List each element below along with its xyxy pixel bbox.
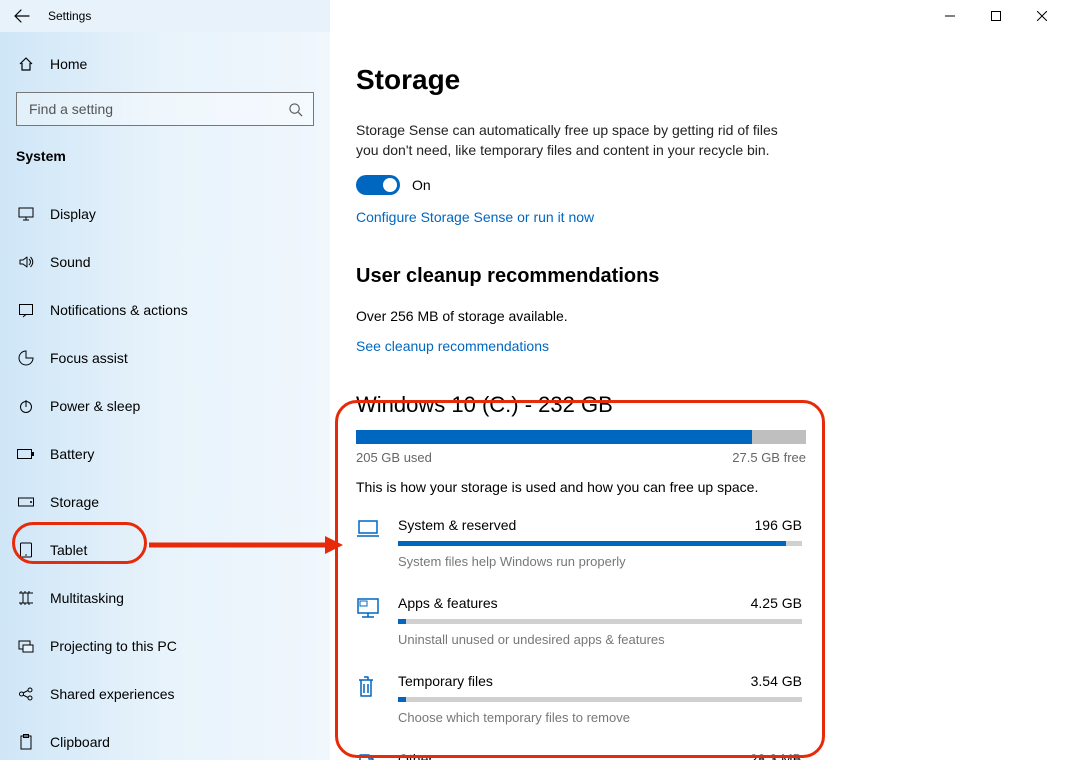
sidebar-item-sound[interactable]: Sound xyxy=(0,238,330,286)
category-name: Other xyxy=(398,751,433,760)
nav-list: Display Sound Notifications & actions Focus… xyxy=(0,190,330,760)
category-apps-features[interactable]: Apps & features 4.25 GB Uninstall unused o… xyxy=(356,595,1025,647)
sidebar-item-storage[interactable]: Storage xyxy=(0,478,330,526)
sidebar-item-display[interactable]: Display xyxy=(0,190,330,238)
sidebar-item-label: Multitasking xyxy=(50,590,124,606)
sidebar-item-label: Notifications & actions xyxy=(50,302,188,318)
category-size: 196 GB xyxy=(755,517,802,533)
category-size: 4.25 GB xyxy=(751,595,802,611)
sidebar-item-label: Tablet xyxy=(50,542,87,558)
page-title: Storage xyxy=(356,64,1025,96)
sound-icon xyxy=(16,254,36,270)
sidebar-item-label: Storage xyxy=(50,494,99,510)
configure-link[interactable]: Configure Storage Sense or run it now xyxy=(356,209,594,225)
laptop-icon xyxy=(356,517,398,569)
sidebar: Home System Display Sound Notifications & … xyxy=(0,32,330,760)
clipboard-icon xyxy=(16,734,36,750)
storage-sense-toggle[interactable] xyxy=(356,175,400,195)
minimize-icon xyxy=(945,11,955,21)
category-list: System & reserved 196 GB System files help… xyxy=(356,517,1025,760)
minimize-button[interactable] xyxy=(927,0,973,32)
shared-icon xyxy=(16,686,36,702)
back-button[interactable] xyxy=(0,0,44,32)
appfeat-icon xyxy=(356,595,398,647)
sidebar-item-label: Clipboard xyxy=(50,734,110,750)
available-text: Over 256 MB of storage available. xyxy=(356,308,1025,324)
storage-sense-desc: Storage Sense can automatically free up … xyxy=(356,120,786,161)
sidebar-item-power-sleep[interactable]: Power & sleep xyxy=(0,382,330,430)
sidebar-item-clipboard[interactable]: Clipboard xyxy=(0,718,330,760)
maximize-button[interactable] xyxy=(973,0,1019,32)
trash-icon xyxy=(356,673,398,725)
category-hint: Uninstall unused or undesired apps & fea… xyxy=(398,632,802,647)
drive-used: 205 GB used xyxy=(356,450,432,465)
tablet-icon xyxy=(16,542,36,558)
notify-icon xyxy=(16,302,36,318)
cleanup-heading: User cleanup recommendations xyxy=(356,265,1025,288)
drive-usage-bar xyxy=(356,430,806,444)
sidebar-item-multitasking[interactable]: Multitasking xyxy=(0,574,330,622)
home-label: Home xyxy=(50,56,87,72)
category-size: 3.54 GB xyxy=(751,673,802,689)
search-box[interactable] xyxy=(16,92,314,126)
sidebar-item-shared-experiences[interactable]: Shared experiences xyxy=(0,670,330,718)
sidebar-item-label: Battery xyxy=(50,446,94,462)
cleanup-link[interactable]: See cleanup recommendations xyxy=(356,338,549,354)
sidebar-item-battery[interactable]: Battery xyxy=(0,430,330,478)
category-bar xyxy=(398,619,802,624)
drive-desc: This is how your storage is used and how… xyxy=(356,479,1025,495)
display-icon xyxy=(16,206,36,222)
drive-free: 27.5 GB free xyxy=(732,450,806,465)
maximize-icon xyxy=(991,11,1001,21)
close-icon xyxy=(1037,11,1047,21)
sidebar-item-projecting-to-this-pc[interactable]: Projecting to this PC xyxy=(0,622,330,670)
category-name: Temporary files xyxy=(398,673,493,689)
sidebar-item-label: Power & sleep xyxy=(50,398,140,414)
other-icon xyxy=(356,751,398,760)
power-icon xyxy=(16,398,36,414)
category-name: System & reserved xyxy=(398,517,516,533)
battery-icon xyxy=(16,448,36,460)
sidebar-item-tablet[interactable]: Tablet xyxy=(0,526,330,574)
sidebar-item-notifications-actions[interactable]: Notifications & actions xyxy=(0,286,330,334)
close-button[interactable] xyxy=(1019,0,1065,32)
category-size: 28.3 MB xyxy=(750,751,802,760)
sidebar-item-label: Focus assist xyxy=(50,350,128,366)
category-hint: System files help Windows run properly xyxy=(398,554,802,569)
sidebar-item-label: Shared experiences xyxy=(50,686,175,702)
sidebar-item-label: Projecting to this PC xyxy=(50,638,177,654)
category-temporary-files[interactable]: Temporary files 3.54 GB Choose which tempo… xyxy=(356,673,1025,725)
category-hint: Choose which temporary files to remove xyxy=(398,710,802,725)
drive-title: Windows 10 (C:) - 232 GB xyxy=(356,392,1025,418)
focus-icon xyxy=(16,350,36,366)
multitask-icon xyxy=(16,590,36,606)
titlebar: Settings xyxy=(0,0,1065,32)
sidebar-item-focus-assist[interactable]: Focus assist xyxy=(0,334,330,382)
sidebar-item-label: Sound xyxy=(50,254,90,270)
search-input[interactable] xyxy=(27,100,288,118)
home-link[interactable]: Home xyxy=(16,46,314,82)
content: Storage Storage Sense can automatically … xyxy=(330,32,1065,760)
toggle-state-label: On xyxy=(412,177,431,193)
project-icon xyxy=(16,638,36,654)
search-icon xyxy=(288,102,303,117)
category-bar xyxy=(398,697,802,702)
category-other[interactable]: Other 28.3 MB xyxy=(356,751,1025,760)
category-system-reserved[interactable]: System & reserved 196 GB System files help… xyxy=(356,517,1025,569)
sidebar-item-label: Display xyxy=(50,206,96,222)
category-bar xyxy=(398,541,802,546)
category-name: Apps & features xyxy=(398,595,498,611)
home-icon xyxy=(16,56,36,72)
sidebar-section: System xyxy=(16,148,314,164)
arrow-left-icon xyxy=(14,8,30,24)
storage-icon xyxy=(16,496,36,508)
window-title: Settings xyxy=(48,9,91,23)
